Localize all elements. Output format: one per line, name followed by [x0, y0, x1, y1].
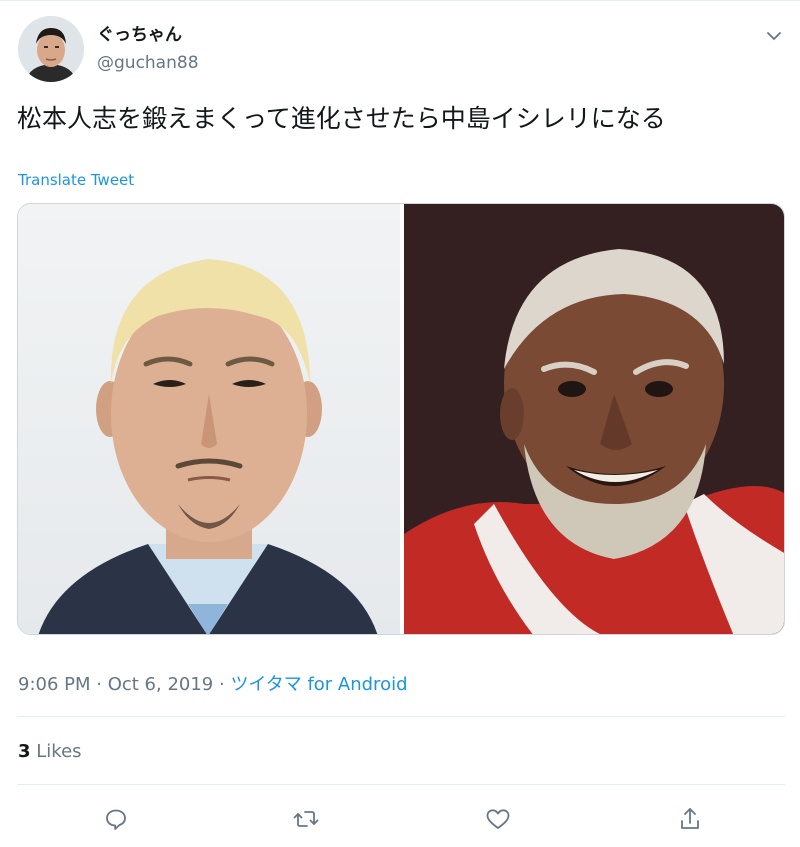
likes-stat[interactable]: 3 Likes [18, 740, 82, 764]
display-name[interactable]: ぐっちゃん [97, 24, 182, 46]
tweet-media [17, 203, 785, 635]
photo-left-image [18, 204, 400, 634]
user-handle[interactable]: @guchan88 [97, 52, 199, 74]
divider [17, 784, 785, 785]
tweet-text: 松本人志を鍛えまくって進化させたら中島イシレリになる [17, 104, 666, 133]
likes-label: Likes [36, 741, 82, 762]
photo-right-image [404, 204, 784, 634]
meta-separator: · [90, 674, 108, 695]
like-icon[interactable] [483, 804, 513, 834]
photo-left[interactable] [18, 204, 400, 634]
retweet-icon[interactable] [291, 804, 321, 834]
tweet-source-link[interactable]: ツイタマ for Android [230, 674, 407, 695]
translate-tweet-link[interactable]: Translate Tweet [18, 170, 134, 190]
tweet-date[interactable]: Oct 6, 2019 [108, 674, 214, 695]
photo-right[interactable] [404, 204, 784, 634]
top-border [0, 0, 800, 1]
reply-icon[interactable] [101, 804, 131, 834]
chevron-down-icon[interactable] [764, 26, 784, 46]
divider [17, 716, 785, 717]
tweet-meta: 9:06 PM · Oct 6, 2019 · ツイタマ for Android [18, 673, 408, 697]
likes-count: 3 [18, 741, 31, 762]
avatar-image [18, 16, 84, 82]
tweet-time[interactable]: 9:06 PM [18, 674, 91, 695]
meta-separator: · [213, 674, 231, 695]
share-icon[interactable] [675, 804, 705, 834]
avatar[interactable] [18, 16, 84, 82]
